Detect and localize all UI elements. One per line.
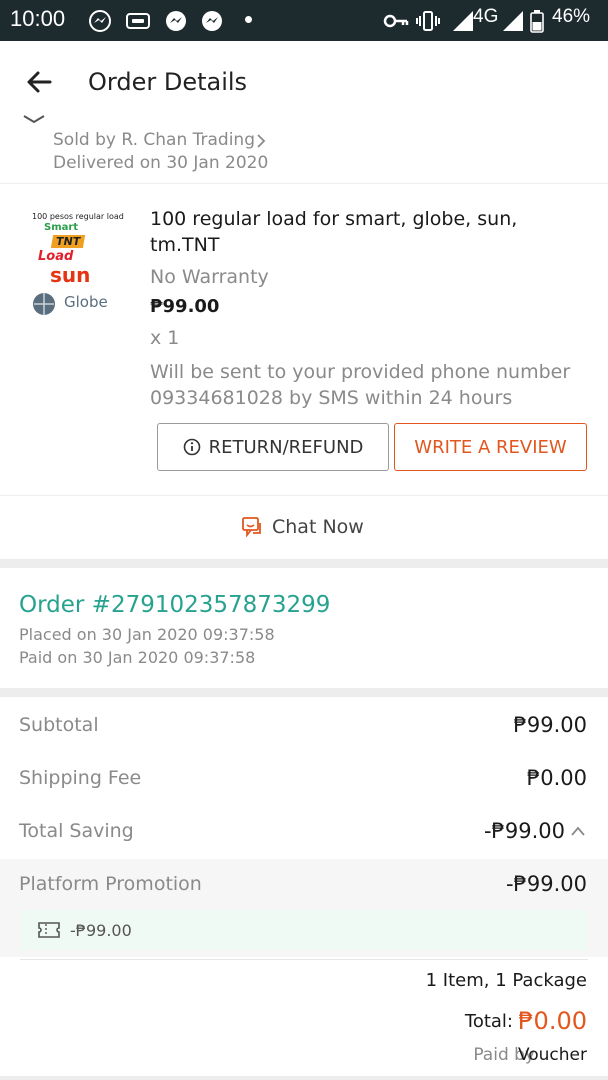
arrow-left-icon[interactable] bbox=[20, 63, 60, 103]
product-price: ₱99.00 bbox=[150, 296, 220, 317]
page-title: Order Details bbox=[88, 68, 248, 96]
thumb-brand-load: Load bbox=[38, 249, 74, 264]
chevron-up-icon[interactable] bbox=[570, 825, 586, 837]
product-thumbnail[interactable]: 100 pesos regular load Smart TNT Load su… bbox=[28, 209, 124, 315]
key-icon bbox=[383, 14, 409, 28]
platform-promotion-label: Platform Promotion bbox=[19, 873, 202, 895]
items-count: 1 Item, 1 Package bbox=[425, 970, 587, 991]
thumb-caption: 100 pesos regular load bbox=[32, 212, 124, 221]
thumb-brand-smart: Smart bbox=[44, 222, 79, 233]
thumb-brand-sun: sun bbox=[50, 263, 91, 287]
sold-by-link[interactable]: Sold by R. Chan Trading bbox=[53, 130, 255, 150]
globe-logo-icon bbox=[33, 293, 55, 315]
order-info: Order #279102357873299 Placed on 30 Jan … bbox=[0, 568, 608, 688]
thumb-brand-globe: Globe bbox=[64, 293, 108, 311]
summary-divider bbox=[20, 959, 588, 960]
status-time: 10:00 bbox=[10, 6, 66, 31]
order-summary: Subtotal ₱99.00 Shipping Fee ₱0.00 Total… bbox=[0, 697, 608, 1080]
vibrate-icon bbox=[416, 11, 440, 31]
thumb-brand-tnt: TNT bbox=[50, 235, 86, 248]
section-divider bbox=[0, 559, 608, 568]
chevron-right-icon bbox=[257, 134, 266, 148]
product-name-line1[interactable]: 100 regular load for smart, globe, sun, bbox=[150, 208, 517, 230]
return-refund-label: RETURN/REFUND bbox=[208, 436, 364, 458]
product-quantity: x 1 bbox=[150, 327, 180, 349]
signal-icon bbox=[453, 11, 473, 31]
messenger-icon bbox=[166, 11, 186, 31]
voucher-value: -₱99.00 bbox=[70, 921, 132, 940]
info-icon bbox=[183, 438, 200, 456]
signal-icon bbox=[503, 11, 523, 31]
total-label: Total: bbox=[464, 1011, 513, 1032]
network-type: 4G bbox=[473, 6, 499, 27]
delivered-date: Delivered on 30 Jan 2020 bbox=[53, 153, 269, 173]
link-card-icon bbox=[126, 13, 150, 29]
return-refund-button[interactable]: RETURN/REFUND bbox=[157, 423, 389, 471]
platform-promotion-value: -₱99.00 bbox=[505, 872, 587, 896]
paid-by-method: Voucher bbox=[517, 1045, 587, 1065]
status-bar: 10:00 4G 46% bbox=[0, 0, 608, 41]
messenger-icon bbox=[89, 10, 111, 32]
product-card: 100 pesos regular load Smart TNT Load su… bbox=[0, 185, 608, 495]
delivery-note-line1: Will be sent to your provided phone numb… bbox=[150, 361, 571, 383]
subtotal-value: ₱99.00 bbox=[513, 713, 587, 737]
paid-date: Paid on 30 Jan 2020 09:37:58 bbox=[19, 648, 256, 667]
total-value: ₱0.00 bbox=[518, 1007, 587, 1035]
order-number: Order #279102357873299 bbox=[19, 592, 331, 618]
chat-icon bbox=[242, 517, 261, 538]
subtotal-label: Subtotal bbox=[19, 714, 99, 736]
warranty-text: No Warranty bbox=[150, 266, 269, 288]
voucher-row: -₱99.00 bbox=[20, 910, 587, 950]
shipping-fee-value: ₱0.00 bbox=[526, 766, 587, 790]
total-saving-label: Total Saving bbox=[19, 820, 134, 842]
package-icon bbox=[23, 115, 45, 124]
notification-dot bbox=[245, 16, 252, 23]
bottom-divider bbox=[0, 1076, 608, 1080]
delivery-note-line2: 09334681028 by SMS within 24 hours bbox=[150, 387, 513, 409]
placed-date: Placed on 30 Jan 2020 09:37:58 bbox=[19, 625, 275, 644]
chat-now-label: Chat Now bbox=[272, 516, 364, 538]
total-saving-value[interactable]: -₱99.00 bbox=[484, 819, 565, 843]
shipping-fee-label: Shipping Fee bbox=[19, 767, 142, 789]
battery-level: 46% bbox=[552, 6, 591, 27]
chat-now-button[interactable]: Chat Now bbox=[0, 495, 608, 559]
messenger-icon bbox=[202, 11, 222, 31]
section-divider bbox=[0, 688, 608, 697]
voucher-icon bbox=[38, 922, 60, 938]
product-name-line2[interactable]: tm.TNT bbox=[150, 234, 219, 256]
seller-section: Sold by R. Chan Trading Delivered on 30 … bbox=[0, 110, 608, 184]
write-review-button[interactable]: WRITE A REVIEW bbox=[394, 423, 587, 471]
write-review-label: WRITE A REVIEW bbox=[414, 436, 567, 458]
battery-icon bbox=[530, 10, 544, 33]
